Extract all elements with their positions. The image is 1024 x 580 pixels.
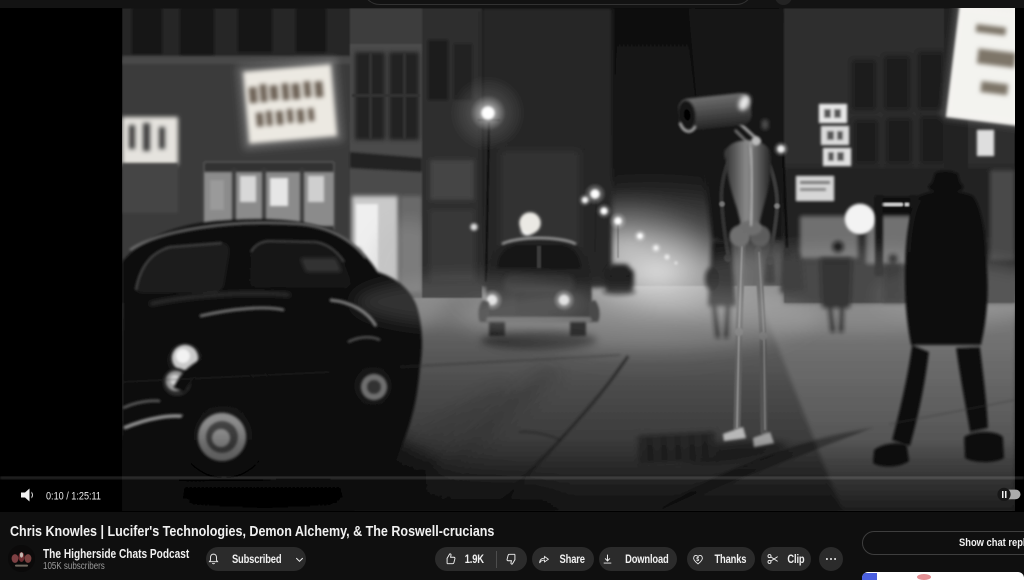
svg-text:$: $ xyxy=(696,557,699,563)
svg-text:0:10 / 1:25:11: 0:10 / 1:25:11 xyxy=(46,491,101,503)
